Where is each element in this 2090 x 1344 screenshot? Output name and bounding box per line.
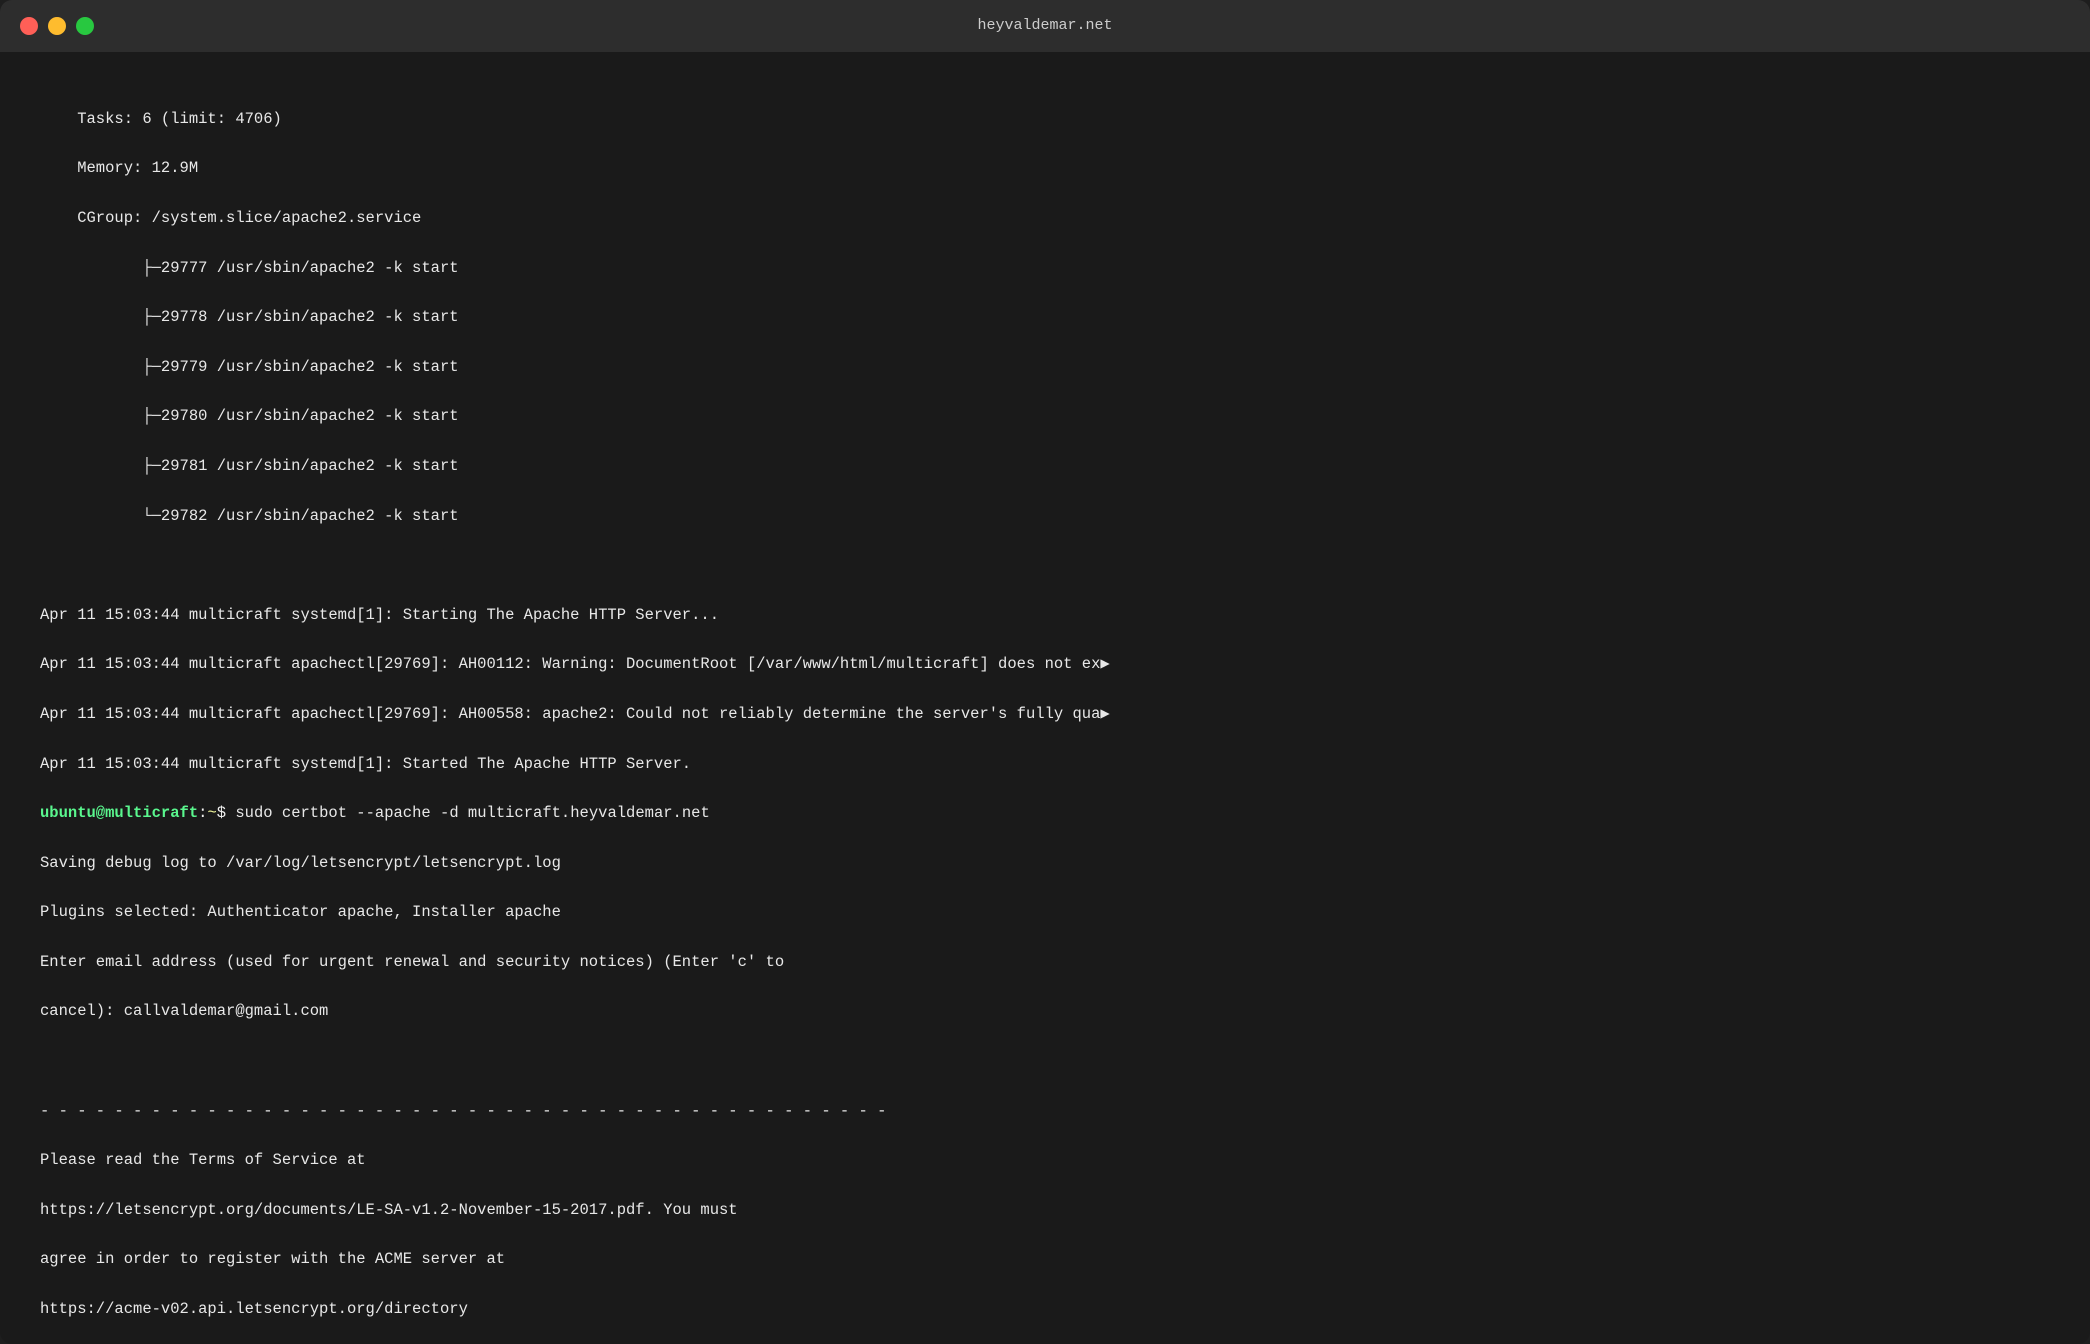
titlebar: heyvaldemar.net [0,0,2090,52]
line-dash1: - - - - - - - - - - - - - - - - - - - - … [40,1099,2050,1124]
line-log3: Apr 11 15:03:44 multicraft apachectl[297… [40,702,2050,727]
line-log1: Apr 11 15:03:44 multicraft systemd[1]: S… [40,603,2050,628]
line-pid5: ├─29781 /usr/sbin/apache2 -k start [40,454,2050,479]
line-acme-url: https://acme-v02.api.letsencrypt.org/dir… [40,1297,2050,1322]
line-pid3: ├─29779 /usr/sbin/apache2 -k start [40,355,2050,380]
minimize-button[interactable] [48,17,66,35]
line-agree: agree in order to register with the ACME… [40,1247,2050,1272]
line-pid6: └─29782 /usr/sbin/apache2 -k start [40,504,2050,529]
terminal-window: heyvaldemar.net Tasks: 6 (limit: 4706) M… [0,0,2090,1344]
line-empty1 [40,553,2050,578]
line-pid4: ├─29780 /usr/sbin/apache2 -k start [40,404,2050,429]
window-title: heyvaldemar.net [977,15,1112,38]
line-prompt: ubuntu@multicraft:~$ sudo certbot --apac… [40,801,2050,826]
line-tasks: Tasks: 6 (limit: 4706) [40,107,2050,132]
line-plugins: Plugins selected: Authenticator apache, … [40,900,2050,925]
line-memory: Memory: 12.9M [40,156,2050,181]
line-log4: Apr 11 15:03:44 multicraft systemd[1]: S… [40,752,2050,777]
line-tos-url: https://letsencrypt.org/documents/LE-SA-… [40,1198,2050,1223]
terminal-body[interactable]: Tasks: 6 (limit: 4706) Memory: 12.9M CGr… [0,52,2090,1344]
line-enter-email: Enter email address (used for urgent ren… [40,950,2050,975]
line-pid1: ├─29777 /usr/sbin/apache2 -k start [40,256,2050,281]
line-cgroup: CGroup: /system.slice/apache2.service [40,206,2050,231]
traffic-lights [20,17,94,35]
line-pid2: ├─29778 /usr/sbin/apache2 -k start [40,305,2050,330]
line-cancel: cancel): callvaldemar@gmail.com [40,999,2050,1024]
line-please-read: Please read the Terms of Service at [40,1148,2050,1173]
line-empty2 [40,1049,2050,1074]
line-saving: Saving debug log to /var/log/letsencrypt… [40,851,2050,876]
close-button[interactable] [20,17,38,35]
maximize-button[interactable] [76,17,94,35]
line-log2: Apr 11 15:03:44 multicraft apachectl[297… [40,652,2050,677]
